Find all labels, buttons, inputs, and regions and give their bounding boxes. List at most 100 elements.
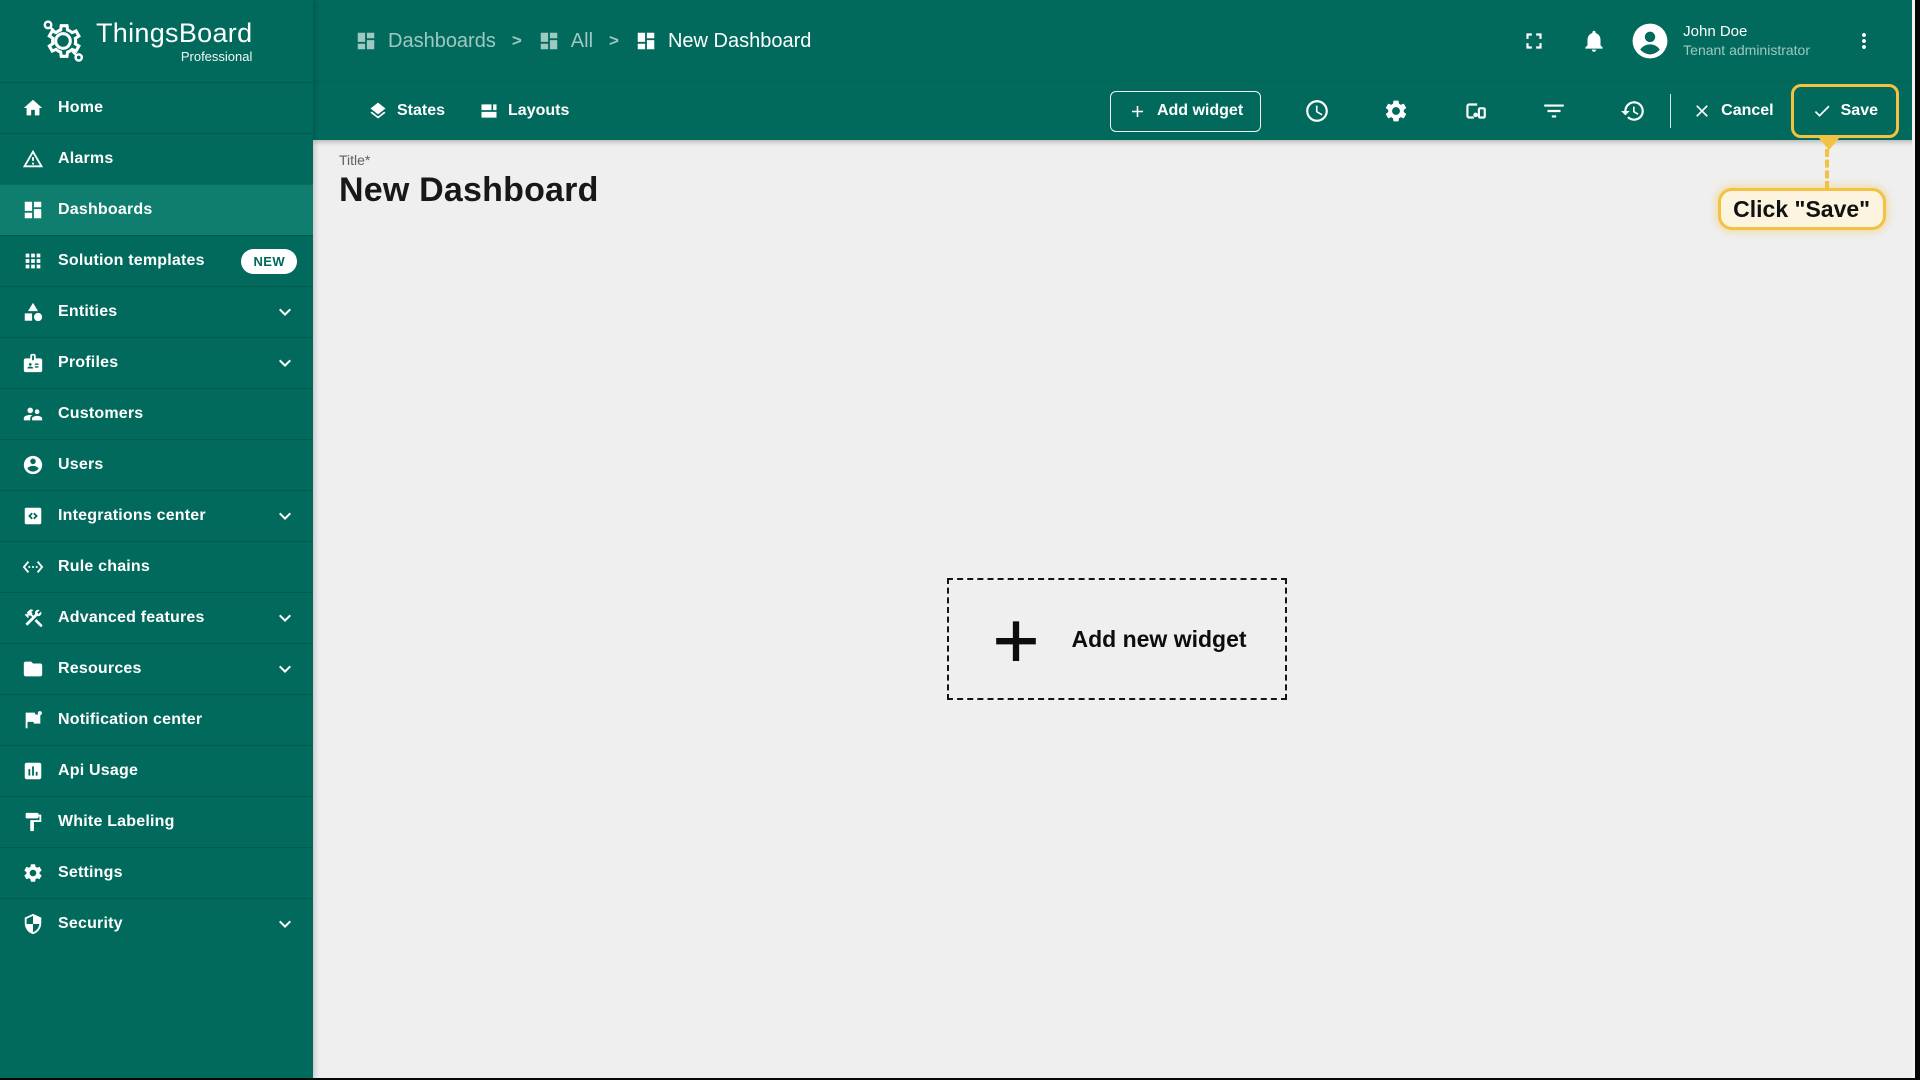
folder-icon	[23, 661, 43, 677]
sidebar-item-profiles[interactable]: Profiles	[0, 337, 313, 388]
code-brackets-icon	[22, 561, 44, 573]
people-icon	[23, 407, 43, 421]
notifications-button[interactable]	[1581, 28, 1607, 54]
toolbar-divider	[1670, 94, 1672, 128]
sidebar-item-label: Alarms	[58, 150, 114, 167]
fullscreen-icon	[1526, 33, 1542, 49]
version-history-button[interactable]	[1620, 98, 1646, 124]
sidebar-item-label: Users	[58, 456, 104, 473]
app-window: ThingsBoard Professional Home Alarms Das…	[0, 0, 1920, 1080]
sidebar-item-label: Rule chains	[58, 558, 151, 575]
sidebar-item-entities[interactable]: Entities	[0, 286, 313, 337]
chevron-down-icon	[279, 665, 291, 673]
shield-icon	[24, 913, 42, 935]
sidebar-item-api-usage[interactable]: Api Usage	[0, 745, 313, 796]
sidebar-item-label: White Labeling	[58, 813, 175, 830]
breadcrumb-item-dashboards[interactable]: Dashboards	[355, 30, 496, 53]
user-name: John Doe	[1683, 22, 1748, 40]
main-column: Dashboards > All > New Dashboard John Do…	[313, 0, 1920, 1080]
header-actions: John Doe Tenant administrator	[1521, 22, 1876, 60]
layouts-button[interactable]: Layouts	[479, 101, 569, 121]
home-icon	[23, 99, 43, 116]
sidebar-item-label: Solution templates	[58, 252, 205, 269]
avatar[interactable]	[1631, 22, 1669, 60]
new-badge: NEW	[241, 248, 297, 274]
user-menu[interactable]: John Doe Tenant administrator	[1683, 23, 1810, 59]
paint-roller-icon	[25, 812, 42, 832]
dashboard-settings-button[interactable]	[1383, 98, 1409, 124]
sidebar-item-integrations-center[interactable]: Integrations center	[0, 490, 313, 541]
sidebar-item-label: Customers	[58, 405, 144, 422]
dashboard-title-input[interactable]: New Dashboard	[339, 171, 1920, 210]
more-menu-button[interactable]	[1852, 29, 1876, 53]
brand-text: ThingsBoard Professional	[96, 17, 253, 63]
states-label: States	[397, 102, 446, 119]
breadcrumb-label: Dashboards	[388, 29, 496, 52]
sidebar-item-label: Api Usage	[58, 762, 139, 779]
filter-icon	[1544, 104, 1564, 118]
sidebar-item-home[interactable]: Home	[0, 82, 313, 133]
add-widget-label: Add widget	[1156, 102, 1244, 119]
dashboard-icon	[637, 32, 655, 50]
sidebar-item-dashboards[interactable]: Dashboards	[0, 184, 313, 235]
sidebar-item-label: Home	[58, 99, 104, 116]
sidebar-item-white-labeling[interactable]: White Labeling	[0, 796, 313, 847]
add-new-widget-label: Add new widget	[1071, 625, 1247, 652]
kebab-menu-icon	[1862, 33, 1866, 49]
sidebar-item-customers[interactable]: Customers	[0, 388, 313, 439]
entity-aliases-button[interactable]	[1462, 98, 1488, 124]
window-edge-right	[1915, 0, 1920, 1080]
breadcrumb-label: New Dashboard	[667, 29, 812, 52]
fullscreen-button[interactable]	[1521, 28, 1547, 54]
sidebar: ThingsBoard Professional Home Alarms Das…	[0, 0, 313, 1080]
shapes-icon	[24, 302, 43, 322]
sidebar-item-label: Notification center	[58, 711, 203, 728]
sidebar-item-advanced-features[interactable]: Advanced features	[0, 592, 313, 643]
plus-icon	[1131, 105, 1143, 117]
id-badge-icon	[23, 353, 43, 373]
bar-chart-box-icon	[24, 762, 42, 780]
toolbar-left: States Layouts	[368, 101, 569, 121]
person-circle-icon	[23, 455, 43, 475]
cancel-button[interactable]: Cancel	[1692, 101, 1774, 121]
chevron-down-icon	[279, 614, 291, 622]
sidebar-item-resources[interactable]: Resources	[0, 643, 313, 694]
breadcrumb-item-new-dashboard[interactable]: New Dashboard	[635, 30, 811, 53]
thingsboard-gear-icon	[43, 20, 84, 62]
integration-icon	[24, 507, 42, 525]
add-widget-button[interactable]: Add widget	[1109, 90, 1262, 132]
sidebar-item-settings[interactable]: Settings	[0, 847, 313, 898]
sidebar-item-users[interactable]: Users	[0, 439, 313, 490]
breadcrumb: Dashboards > All > New Dashboard	[355, 30, 811, 53]
breadcrumb-separator: >	[511, 31, 522, 50]
timewindow-button[interactable]	[1304, 98, 1330, 124]
breadcrumb-item-all[interactable]: All	[538, 30, 593, 53]
history-icon	[1621, 101, 1644, 121]
sidebar-item-label: Profiles	[58, 354, 119, 371]
user-role: Tenant administrator	[1683, 41, 1810, 58]
sidebar-item-label: Entities	[58, 303, 118, 320]
chevron-down-icon	[279, 512, 291, 520]
gear-icon	[1386, 100, 1407, 122]
brand-name: ThingsBoard	[96, 17, 253, 48]
warning-icon	[22, 149, 44, 168]
layers-icon	[370, 102, 386, 119]
top-header: Dashboards > All > New Dashboard John Do…	[313, 0, 1920, 82]
sidebar-item-security[interactable]: Security	[0, 898, 313, 949]
sidebar-item-notification-center[interactable]: Notification center	[0, 694, 313, 745]
sidebar-item-label: Settings	[58, 864, 123, 881]
dashboard-icon	[357, 32, 375, 50]
sidebar-item-alarms[interactable]: Alarms	[0, 133, 313, 184]
save-button[interactable]: Save Click "Save"	[1717, 84, 1899, 230]
breadcrumb-label: All	[570, 29, 594, 52]
sidebar-item-solution-templates[interactable]: Solution templates NEW	[0, 235, 313, 286]
brand-logo[interactable]: ThingsBoard Professional	[0, 0, 313, 82]
add-new-widget-button[interactable]: Add new widget	[947, 578, 1287, 700]
chevron-down-icon	[279, 308, 291, 316]
devices-icon	[1466, 103, 1486, 119]
flag-icon	[25, 711, 42, 729]
states-button[interactable]: States	[368, 101, 445, 121]
filter-button[interactable]	[1541, 98, 1567, 124]
sidebar-item-rule-chains[interactable]: Rule chains	[0, 541, 313, 592]
check-icon	[1814, 105, 1830, 117]
